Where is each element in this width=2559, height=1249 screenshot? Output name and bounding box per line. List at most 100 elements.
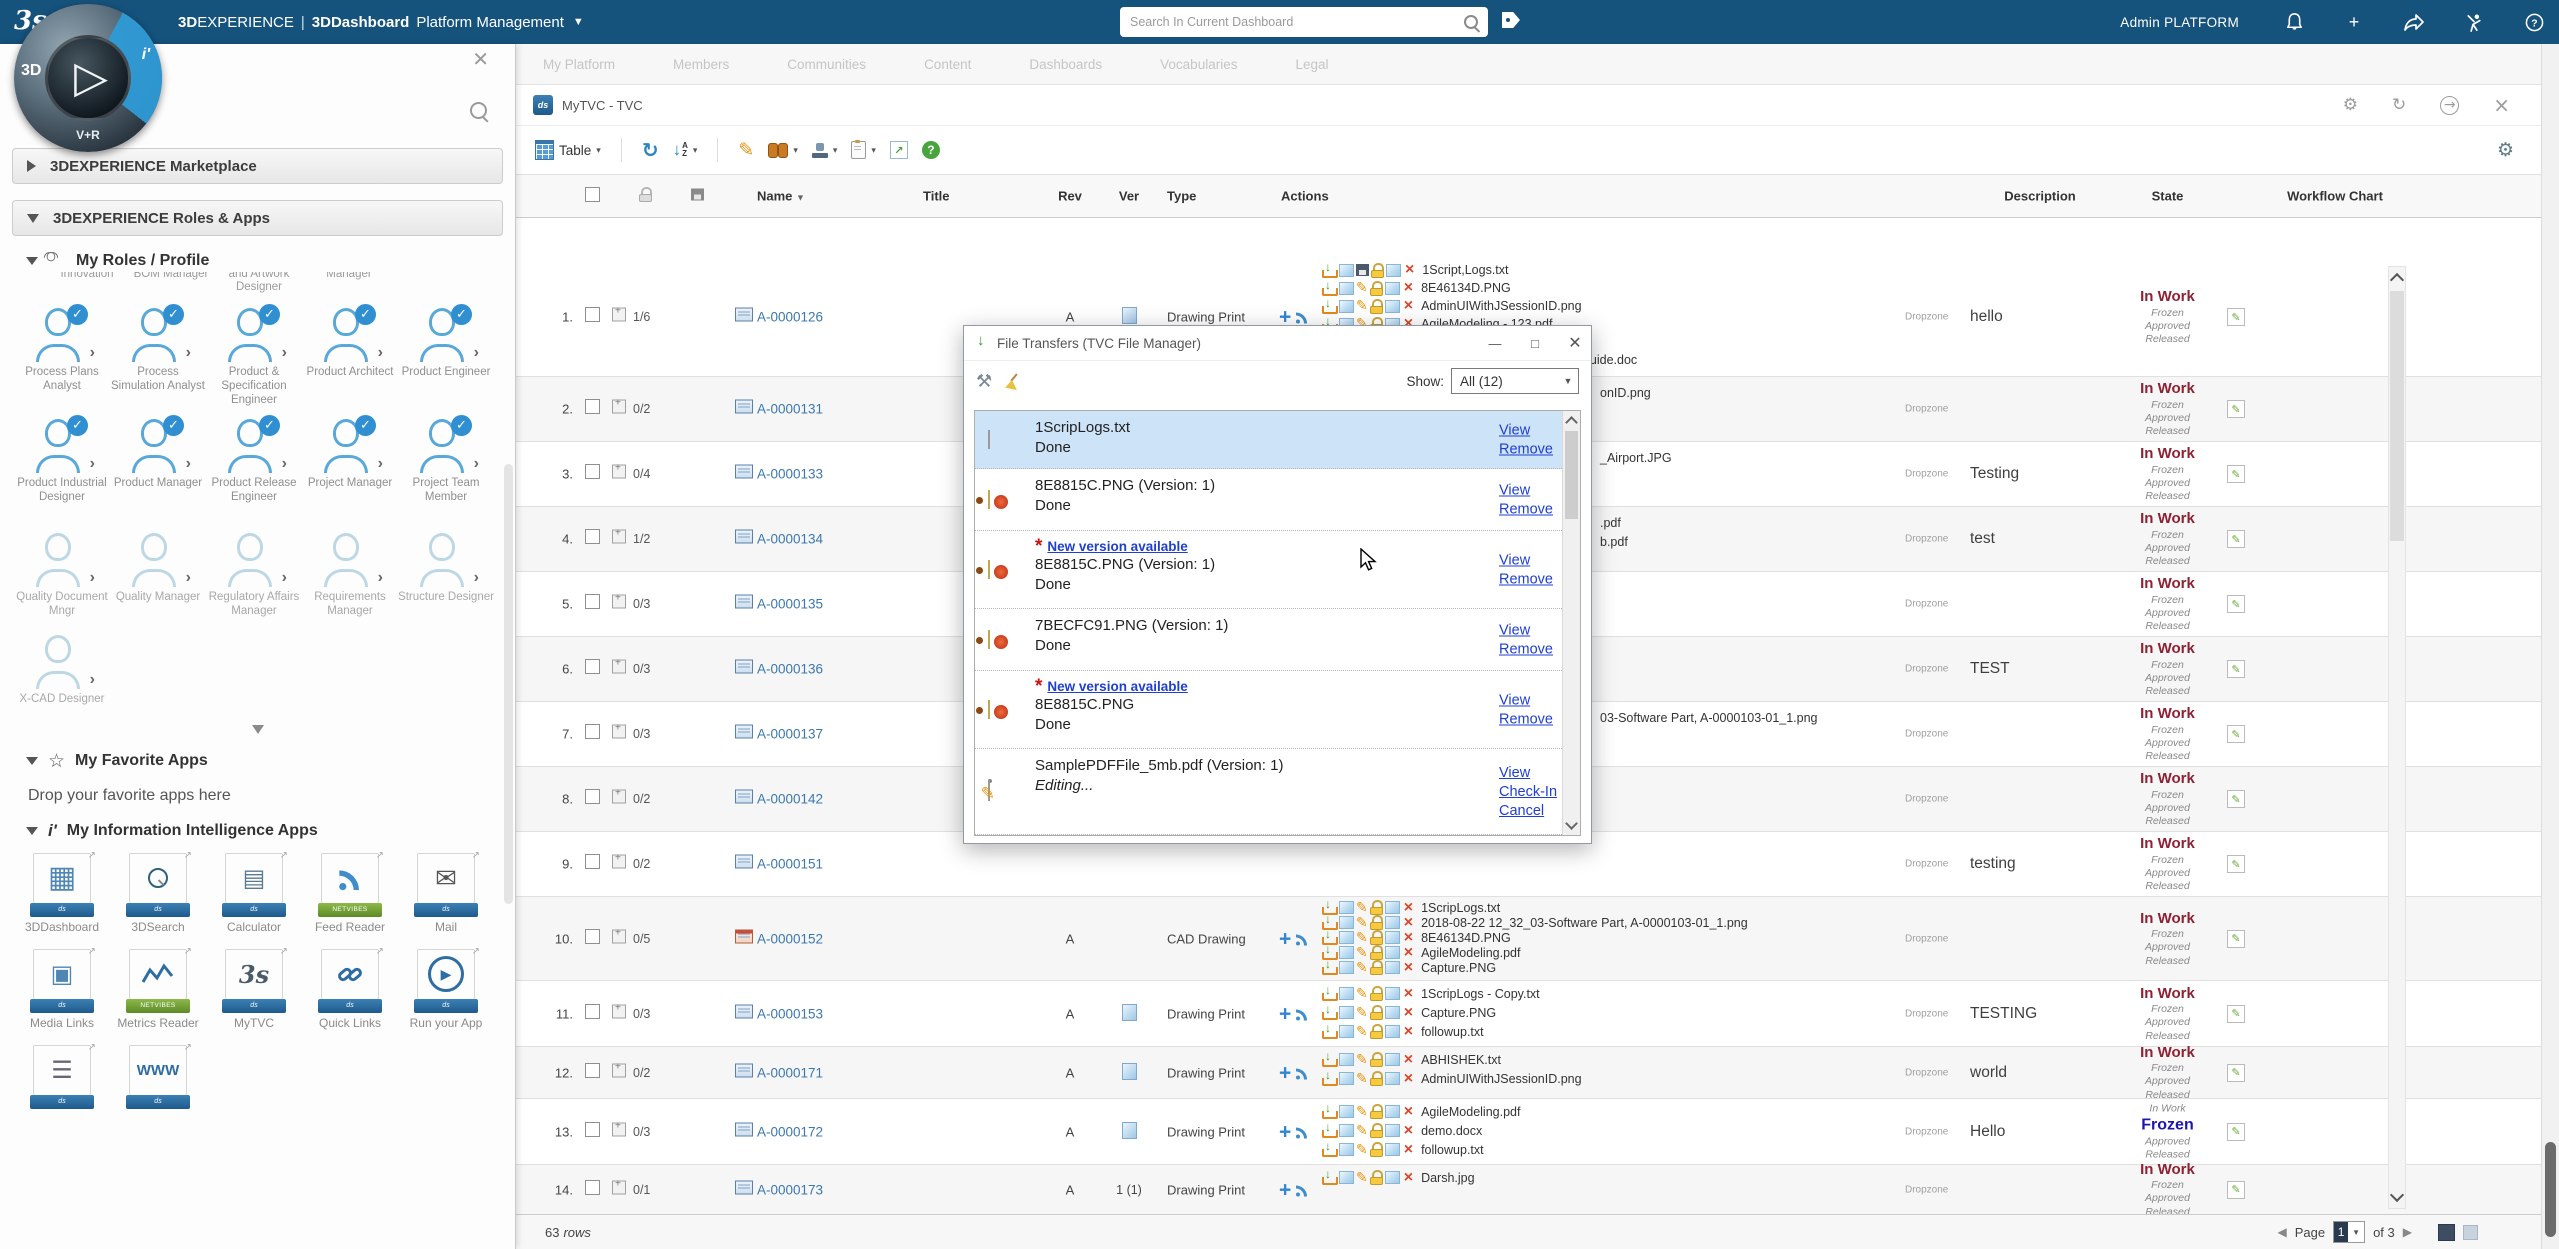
chevron-right-icon[interactable]: › bbox=[282, 344, 287, 362]
scroll-up-icon[interactable] bbox=[2390, 273, 2404, 287]
clipboard-button[interactable]: ▾ bbox=[851, 141, 876, 159]
expand-icon[interactable] bbox=[612, 660, 626, 679]
preview-file-icon[interactable] bbox=[1385, 946, 1400, 959]
row-checkbox[interactable] bbox=[585, 529, 600, 549]
app-run-your-app[interactable]: ▶ds↗Run your App bbox=[398, 949, 494, 1031]
edit-file-icon[interactable]: ✎ bbox=[1356, 1124, 1368, 1138]
new-version-link[interactable]: New version available bbox=[1047, 679, 1187, 694]
sidebar-section-roles-apps[interactable]: 3DEXPERIENCE Roles & Apps bbox=[12, 200, 503, 236]
user-name[interactable]: Admin PLATFORM bbox=[2120, 15, 2239, 30]
table-view-button[interactable]: Table ▾ bbox=[535, 140, 601, 160]
chevron-right-icon[interactable]: › bbox=[186, 569, 191, 587]
checkout-download-icon[interactable] bbox=[1321, 1071, 1337, 1086]
dropzone-label[interactable]: Dropzone bbox=[1905, 469, 1948, 480]
lock-icon[interactable] bbox=[1370, 1170, 1383, 1185]
tab-content[interactable]: Content bbox=[924, 57, 971, 72]
preview-file-icon[interactable] bbox=[1385, 901, 1400, 914]
checkout-download-icon[interactable] bbox=[1321, 299, 1337, 314]
preview-file-icon[interactable] bbox=[1385, 1072, 1400, 1085]
subscribe-rss-icon[interactable] bbox=[1294, 310, 1310, 325]
dropzone-label[interactable]: Dropzone bbox=[1905, 404, 1948, 415]
show-filter-select[interactable]: All (12)▼ bbox=[1451, 368, 1579, 394]
role-item[interactable]: ✓›Product Engineer bbox=[398, 308, 494, 407]
chevron-down-icon[interactable]: ▼ bbox=[573, 16, 584, 28]
export-button[interactable]: ↗ bbox=[890, 141, 908, 159]
state-edit-icon[interactable]: ✎ bbox=[2227, 1064, 2245, 1082]
new-version-link[interactable]: New version available bbox=[1047, 539, 1187, 554]
link-view[interactable]: View bbox=[1499, 765, 1557, 781]
delete-file-icon[interactable]: × bbox=[1404, 1024, 1413, 1040]
row-checkbox[interactable] bbox=[585, 929, 600, 949]
role-item[interactable]: ✓›Project Manager bbox=[302, 419, 398, 505]
row-checkbox[interactable] bbox=[585, 1180, 600, 1200]
column-header-name[interactable]: Name ▼ bbox=[757, 189, 805, 204]
dropzone-label[interactable]: Dropzone bbox=[1905, 729, 1948, 740]
dropzone-label[interactable]: Dropzone bbox=[1905, 1126, 1948, 1137]
chevron-right-icon[interactable]: › bbox=[474, 455, 479, 473]
view-file-icon[interactable] bbox=[1339, 1006, 1354, 1019]
file-name[interactable]: demo.docx bbox=[1421, 1124, 1482, 1138]
subscribe-rss-icon[interactable] bbox=[1294, 1006, 1310, 1021]
checkout-download-icon[interactable] bbox=[1321, 1142, 1337, 1157]
state-edit-icon[interactable]: ✎ bbox=[2227, 465, 2245, 483]
expand-icon[interactable] bbox=[612, 308, 626, 327]
file-name[interactable]: AdminUIWithJSessionID.png bbox=[1421, 299, 1581, 313]
view-file-icon[interactable] bbox=[1339, 264, 1354, 277]
row-checkbox[interactable] bbox=[585, 399, 600, 419]
ver-file-icon[interactable] bbox=[1107, 1122, 1151, 1142]
add-file-icon[interactable]: + bbox=[1279, 1121, 1291, 1142]
add-file-icon[interactable]: + bbox=[1279, 928, 1291, 949]
object-name-link[interactable]: A-0000152 bbox=[757, 931, 823, 946]
page-scrollbar[interactable] bbox=[2541, 44, 2559, 1249]
role-item[interactable]: ✓›Product Architect bbox=[302, 308, 398, 407]
view-file-icon[interactable] bbox=[1339, 987, 1354, 1000]
state-edit-icon[interactable]: ✎ bbox=[2227, 725, 2245, 743]
info-intelligence-apps-header[interactable]: i' My Information Intelligence Apps bbox=[26, 821, 515, 841]
tab-my-platform[interactable]: My Platform bbox=[543, 57, 615, 72]
view-file-icon[interactable] bbox=[1339, 961, 1354, 974]
expand-icon[interactable] bbox=[612, 929, 626, 948]
table-row[interactable]: 11.0/3A-0000153ADrawing Print+✎×1ScripLo… bbox=[515, 981, 2542, 1047]
notifications-bell-icon[interactable] bbox=[2283, 11, 2305, 33]
dropzone-label[interactable]: Dropzone bbox=[1905, 794, 1948, 805]
dropzone-label[interactable]: Dropzone bbox=[1905, 312, 1948, 323]
scroll-down-icon[interactable] bbox=[2390, 1188, 2404, 1202]
file-name[interactable]: AdminUIWithJSessionID.png bbox=[1421, 1072, 1581, 1086]
app-media-links[interactable]: ▣ds↗Media Links bbox=[14, 949, 110, 1031]
preview-file-icon[interactable] bbox=[1385, 916, 1400, 929]
preview-file-icon[interactable] bbox=[1385, 1105, 1400, 1118]
lock-icon[interactable] bbox=[1370, 930, 1383, 945]
file-name[interactable]: 1ScripLogs - Copy.txt bbox=[1421, 987, 1540, 1001]
chevron-right-icon[interactable]: › bbox=[186, 455, 191, 473]
link-check-in[interactable]: Check-In bbox=[1499, 784, 1557, 800]
chevron-right-icon[interactable]: › bbox=[186, 344, 191, 362]
tab-communities[interactable]: Communities bbox=[787, 57, 866, 72]
lock-icon[interactable] bbox=[1370, 915, 1383, 930]
expand-icon[interactable] bbox=[612, 400, 626, 419]
dropzone-label[interactable]: Dropzone bbox=[1905, 534, 1948, 545]
ver-file-icon[interactable] bbox=[1107, 1063, 1151, 1083]
close-icon[interactable]: ✕ bbox=[1559, 326, 1591, 360]
file-name[interactable]: 8E46134D.PNG bbox=[1421, 931, 1511, 945]
checkout-download-icon[interactable] bbox=[1321, 1170, 1337, 1185]
state-edit-icon[interactable]: ✎ bbox=[2227, 930, 2245, 948]
column-header-rev[interactable]: Rev bbox=[1055, 189, 1085, 204]
edit-button[interactable]: ✎ bbox=[738, 139, 754, 161]
row-checkbox[interactable] bbox=[585, 1063, 600, 1083]
file-name[interactable]: followup.txt bbox=[1421, 1143, 1484, 1157]
preview-file-icon[interactable] bbox=[1385, 987, 1400, 1000]
role-item[interactable]: ›Quality Document Mngr bbox=[14, 533, 110, 619]
delete-file-icon[interactable]: × bbox=[1404, 1104, 1413, 1120]
edit-file-icon[interactable]: ✎ bbox=[1356, 299, 1368, 313]
show-more-roles[interactable] bbox=[0, 725, 515, 734]
settings-tools-icon[interactable]: ⚒ bbox=[976, 371, 992, 392]
tab-vocabularies[interactable]: Vocabularies bbox=[1160, 57, 1237, 72]
my-roles-profile-header[interactable]: My Roles / Profile bbox=[26, 252, 515, 270]
sidebar-search-icon[interactable] bbox=[470, 102, 487, 124]
save-icon[interactable] bbox=[1356, 264, 1369, 276]
row-checkbox[interactable] bbox=[585, 1122, 600, 1142]
column-header-state[interactable]: State bbox=[2080, 189, 2255, 204]
edit-file-icon[interactable]: ✎ bbox=[1356, 916, 1368, 930]
expand-icon[interactable] bbox=[612, 595, 626, 614]
lock-icon[interactable] bbox=[1370, 299, 1383, 314]
